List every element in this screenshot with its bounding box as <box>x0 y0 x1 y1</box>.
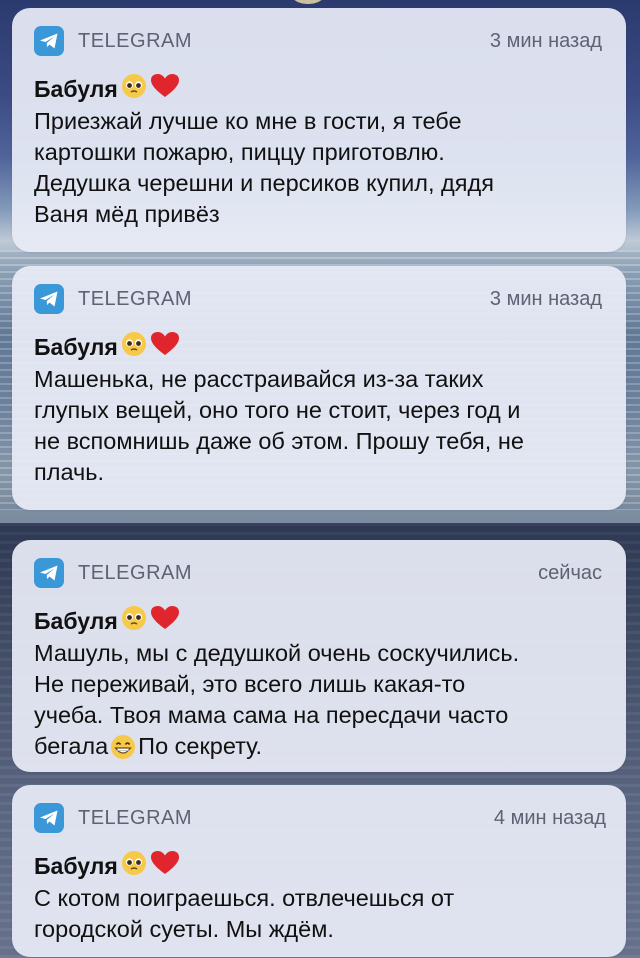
sender-name: Бабуля <box>34 330 180 364</box>
app-name: TELEGRAM <box>78 807 193 829</box>
notification-time: 3 мин назад <box>489 288 602 310</box>
notification-time: 3 мин назад <box>489 30 602 52</box>
telegram-icon <box>34 26 64 56</box>
telegram-icon <box>34 558 64 588</box>
app-name: TELEGRAM <box>78 288 193 310</box>
message-line: Дедушка черешни и персиков купил, дядя <box>34 170 494 196</box>
message-line: учеба. Твоя мама сама на пересдачи часто <box>34 702 509 728</box>
notification-card[interactable]: TELEGRAM 3 мин назад Бабуля Приезжай луч… <box>12 8 626 252</box>
sender-label: Бабуля <box>34 333 118 360</box>
message-body: Машуль, мы с дедушкой очень соскучились.… <box>34 638 606 763</box>
notification-time: 4 мин назад <box>493 807 606 829</box>
sender-label: Бабуля <box>34 75 118 102</box>
notification-card[interactable]: TELEGRAM 4 мин назад Бабуля С котом поиг… <box>12 785 626 957</box>
pleading-face-icon <box>121 605 147 637</box>
notification-time: сейчас <box>538 562 602 584</box>
app-name: TELEGRAM <box>78 562 193 584</box>
message-line: Не переживай, это всего лишь какая-то <box>34 671 466 697</box>
app-name: TELEGRAM <box>78 30 193 52</box>
message-line: картошки пожарю, пиццу приготовлю. <box>34 139 445 165</box>
sender-label: Бабуля <box>34 607 118 634</box>
message-line: глупых вещей, оно того не стоит, через г… <box>34 397 521 423</box>
notification-card[interactable]: TELEGRAM сейчас Бабуля Машуль, мы с деду… <box>12 540 626 772</box>
notification-header: TELEGRAM сейчас <box>34 558 602 590</box>
message-line: не вспомнишь даже об этом. Прошу тебя, н… <box>34 428 524 454</box>
red-heart-icon <box>150 331 180 363</box>
sender-label: Бабуля <box>34 852 118 879</box>
sender-name: Бабуля <box>34 604 180 638</box>
message-body: Приезжай лучше ко мне в гости, я тебе ка… <box>34 106 606 230</box>
notification-header: TELEGRAM 3 мин назад <box>34 26 602 58</box>
message-line: Приезжай лучше ко мне в гости, я тебе <box>34 108 462 134</box>
pleading-face-icon <box>121 73 147 105</box>
message-line: бегала По секрету. <box>34 731 606 763</box>
message-body: С котом поиграешься. отвлечешься от горо… <box>34 883 606 945</box>
message-line: С котом поиграешься. отвлечешься от <box>34 885 455 911</box>
message-line: Машуль, мы с дедушкой очень соскучились. <box>34 640 520 666</box>
red-heart-icon <box>150 605 180 637</box>
telegram-icon <box>34 284 64 314</box>
sun-glow <box>285 0 331 4</box>
pleading-face-icon <box>121 850 147 882</box>
red-heart-icon <box>150 73 180 105</box>
notification-header: TELEGRAM 3 мин назад <box>34 284 602 316</box>
message-body: Машенька, не расстраивайся из-за таких г… <box>34 364 606 488</box>
message-line: городской суеты. Мы ждём. <box>34 916 334 942</box>
sender-name: Бабуля <box>34 849 180 883</box>
telegram-icon <box>34 803 64 833</box>
pleading-face-icon <box>121 331 147 363</box>
sender-name: Бабуля <box>34 72 180 106</box>
notification-card[interactable]: TELEGRAM 3 мин назад Бабуля Машенька, не… <box>12 266 626 510</box>
message-line: плачь. <box>34 459 105 485</box>
red-heart-icon <box>150 850 180 882</box>
message-line: Машенька, не расстраивайся из-за таких <box>34 366 484 392</box>
message-fragment: По секрету. <box>138 733 263 759</box>
grinning-face-icon <box>110 732 136 763</box>
message-fragment: бегала <box>34 733 109 759</box>
message-line: Ваня мёд привёз <box>34 201 220 227</box>
notification-header: TELEGRAM 4 мин назад <box>34 803 606 835</box>
